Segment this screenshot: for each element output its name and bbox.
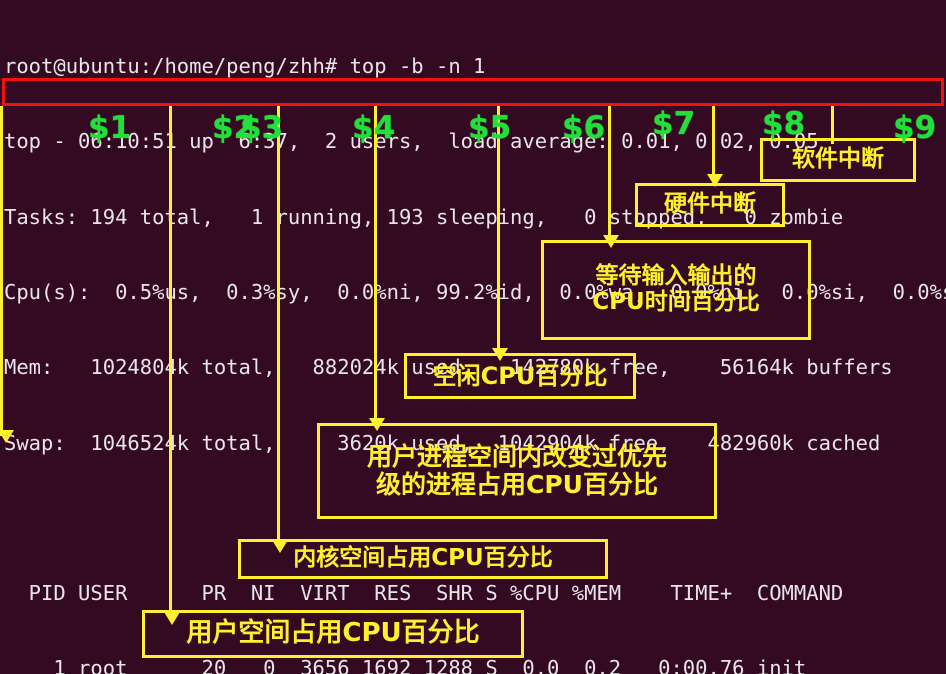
terminal-text-layer: root@ubuntu:/home/peng/zhh# top -b -n 1 … bbox=[0, 0, 946, 674]
top-uptime-line: top - 06:10:51 up 6:37, 2 users, load av… bbox=[4, 129, 819, 154]
top-tasks-line: Tasks: 194 total, 1 running, 193 sleepin… bbox=[4, 204, 844, 229]
shell-prompt-line: root@ubuntu:/home/peng/zhh# top -b -n 1 bbox=[4, 54, 486, 79]
process-table-header: PID USER PR NI VIRT RES SHR S %CPU %MEM … bbox=[4, 581, 844, 606]
terminal-screenshot: root@ubuntu:/home/peng/zhh# top -b -n 1 … bbox=[0, 0, 946, 674]
blank-separator-line bbox=[4, 506, 946, 531]
top-mem-line: Mem: 1024804k total, 882024k used, 14278… bbox=[4, 355, 893, 380]
top-swap-line: Swap: 1046524k total, 3620k used, 104290… bbox=[4, 430, 881, 455]
table-row: 1 root 20 0 3656 1692 1288 S 0.0 0.2 0:0… bbox=[4, 656, 807, 674]
top-cpu-line: Cpu(s): 0.5%us, 0.3%sy, 0.0%ni, 99.2%id,… bbox=[4, 280, 946, 305]
